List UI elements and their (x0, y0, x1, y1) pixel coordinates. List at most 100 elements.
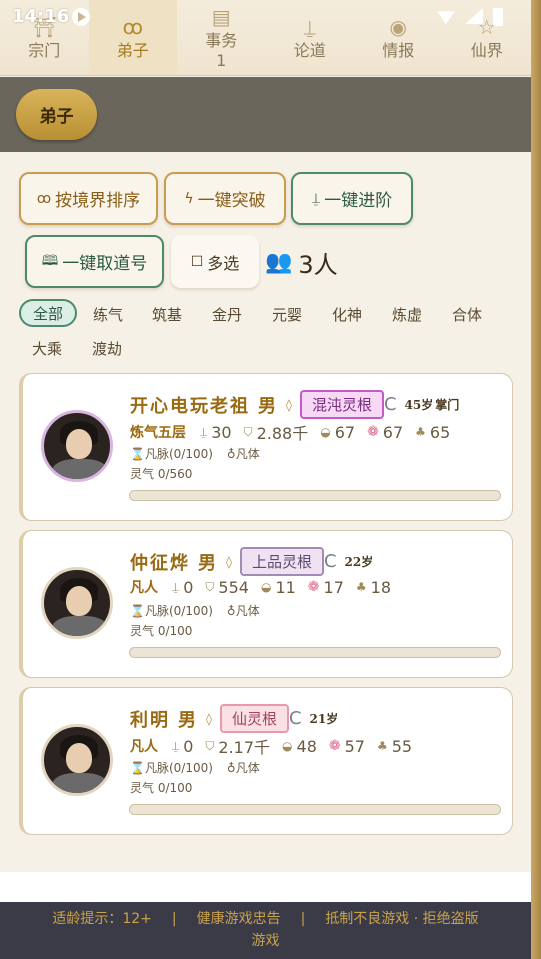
meridian-icon: ⌛凡脉(0/100) (130, 447, 213, 461)
footer-notice: 适龄提示：12+ | 健康游戏忠告 | 抵制不良游戏 · 拒绝盗版 游戏 (0, 902, 531, 959)
sword-icon: ⍊ (311, 190, 321, 207)
disciple-name: 仲征烨 (130, 552, 190, 574)
speed-value: 48 (296, 736, 317, 756)
realm-filter-qi-refining[interactable]: 练气 (81, 300, 135, 328)
button-label: 一键突破 (197, 191, 266, 211)
sword-icon: ⍊ (172, 738, 180, 753)
button-label: 多选 (207, 253, 240, 273)
brain-icon: ❁ (307, 579, 320, 595)
nav-item-intel[interactable]: ◉ 情报 (354, 0, 443, 75)
luck-value: 55 (391, 736, 413, 756)
grade-c-icon: C (383, 394, 397, 415)
advance-all-button[interactable]: ⍊ 一键进阶 (291, 172, 413, 225)
meridian-value: 凡脉(0/100) (144, 447, 213, 461)
nav-label: 宗门 (28, 40, 61, 60)
speed-value: 11 (275, 577, 296, 597)
realm-filter-mahayana[interactable]: 大乘 (20, 334, 74, 362)
boot-icon: ◒ (260, 580, 272, 594)
list-end-spacer (0, 872, 531, 902)
nav-label: 论道 (293, 40, 326, 60)
qi-value: 灵气 0/100 (130, 624, 193, 638)
qi-progress-bar (129, 647, 501, 658)
body-value: 凡体 (235, 761, 260, 775)
disciple-card[interactable]: 仲征烨 男 ◊ 上品灵根 C 22岁 凡人 ⍊ 0 ⛉ 554 ◒ 11 ❁ 17 ♣ 1… (19, 530, 513, 678)
multi-select-button[interactable]: ☐ 多选 (171, 235, 259, 288)
disciple-card[interactable]: 利明 男 ◊ 仙灵根 C 21岁 凡人 ⍊ 0 ⛉ 2.17千 ◒ 48 ❁ 57 ♣ 5… (19, 687, 513, 835)
defense-value: 554 (218, 577, 249, 597)
realm-filter-integration[interactable]: 合体 (440, 300, 494, 328)
flame-icon: ◊ (206, 711, 212, 726)
shield-icon: ⛉ (243, 424, 253, 439)
realm-filter-spirit-severing[interactable]: 化神 (320, 300, 374, 328)
disciple-age: 21岁 (309, 712, 339, 726)
shield-icon: ⛉ (205, 738, 215, 753)
button-label: 一键进阶 (324, 191, 393, 211)
scroll-icon: ▤ (211, 5, 231, 30)
body-value: 凡体 (235, 447, 260, 461)
grade-c-icon: C (288, 708, 302, 729)
anti-piracy-slogan-tail: 游戏 (251, 933, 280, 949)
disciple-avatar (41, 724, 113, 796)
wifi-icon (437, 11, 455, 24)
disciple-gender: 男 (258, 395, 278, 417)
defense-value: 2.88千 (256, 424, 309, 443)
qi-value: 灵气 0/560 (130, 467, 193, 481)
realm-filter-void-refining[interactable]: 炼虚 (380, 300, 434, 328)
anti-piracy-slogan: 抵制不良游戏 · 拒绝盗版 (325, 911, 479, 927)
status-time: 14:16 (12, 6, 70, 27)
realm-filter-nascent-soul[interactable]: 元婴 (260, 300, 314, 328)
sword-icon: ⍊ (303, 14, 316, 39)
disciple-avatar (41, 410, 113, 482)
luck-value: 18 (370, 577, 392, 597)
side-decoration (531, 0, 541, 959)
body-value: 凡体 (235, 604, 260, 618)
realm-filter-all[interactable]: 全部 (19, 299, 78, 327)
nav-item-affairs[interactable]: ▤ 事务 1 (177, 0, 266, 75)
sort-by-realm-button[interactable]: ꝏ 按境界排序 (19, 172, 158, 225)
qi-progress-bar (129, 490, 501, 501)
qi-value: 灵气 0/100 (130, 781, 193, 795)
cultivation-realm: 炼气五层 (130, 425, 186, 441)
eye-icon: ◉ (389, 14, 407, 39)
qi-progress-bar (129, 804, 501, 815)
body-icon: ♁凡体 (226, 761, 260, 775)
realm-filter-tribulation[interactable]: 渡劫 (80, 334, 134, 362)
defense-value: 2.17千 (218, 738, 271, 757)
disciple-avatar (41, 567, 113, 639)
count-value: 3人 (298, 251, 338, 279)
sword-icon: ⍊ (172, 579, 180, 594)
disciple-count: 👥 3人 (265, 245, 338, 280)
meridian-value: 凡脉(0/100) (144, 604, 213, 618)
people-icon: 👥 (265, 250, 293, 275)
disciple-age: 45岁 (404, 398, 434, 412)
clover-icon: ♣ (415, 425, 426, 439)
signal-icon (465, 8, 483, 24)
disciples-icon: ꝏ (36, 190, 52, 207)
disciple-card[interactable]: 开心电玩老祖 男 ◊ 混沌灵根 C 45岁 掌门 炼气五层 ⍊ 30 ⛉ 2.88千… (19, 373, 513, 521)
flame-icon: ◊ (226, 554, 232, 569)
disciples-icon: ꝏ (122, 14, 143, 39)
luck-value: 65 (429, 422, 451, 442)
breakthrough-all-button[interactable]: ϟ 一键突破 (164, 172, 286, 225)
realm-filter-golden-core[interactable]: 金丹 (200, 300, 254, 328)
disciple-name: 利明 (130, 709, 170, 731)
boot-icon: ◒ (282, 739, 293, 753)
nav-item-disciples[interactable]: ꝏ 弟子 (88, 0, 177, 75)
meridian-value: 凡脉(0/100) (144, 761, 213, 775)
checkbox-icon: ☐ (190, 253, 204, 270)
nav-badge: 1 (216, 50, 227, 70)
nav-label: 事务 (205, 31, 238, 51)
nav-label: 仙界 (470, 40, 503, 60)
realm-filter-foundation[interactable]: 筑基 (140, 300, 194, 328)
name-all-button[interactable]: 🕮 一键取道号 (25, 235, 164, 288)
disciple-age: 22岁 (344, 555, 374, 569)
attack-value: 0 (183, 736, 194, 756)
health-advice: 健康游戏忠告 (196, 911, 281, 927)
nav-item-discourse[interactable]: ⍊ 论道 (266, 0, 355, 75)
speed-value: 67 (334, 422, 356, 442)
clover-icon: ♣ (376, 739, 388, 753)
book-icon: 🕮 (41, 252, 59, 269)
sword-icon: ⍊ (200, 424, 208, 439)
battery-icon (493, 8, 503, 26)
disciple-gender: 男 (198, 552, 218, 574)
